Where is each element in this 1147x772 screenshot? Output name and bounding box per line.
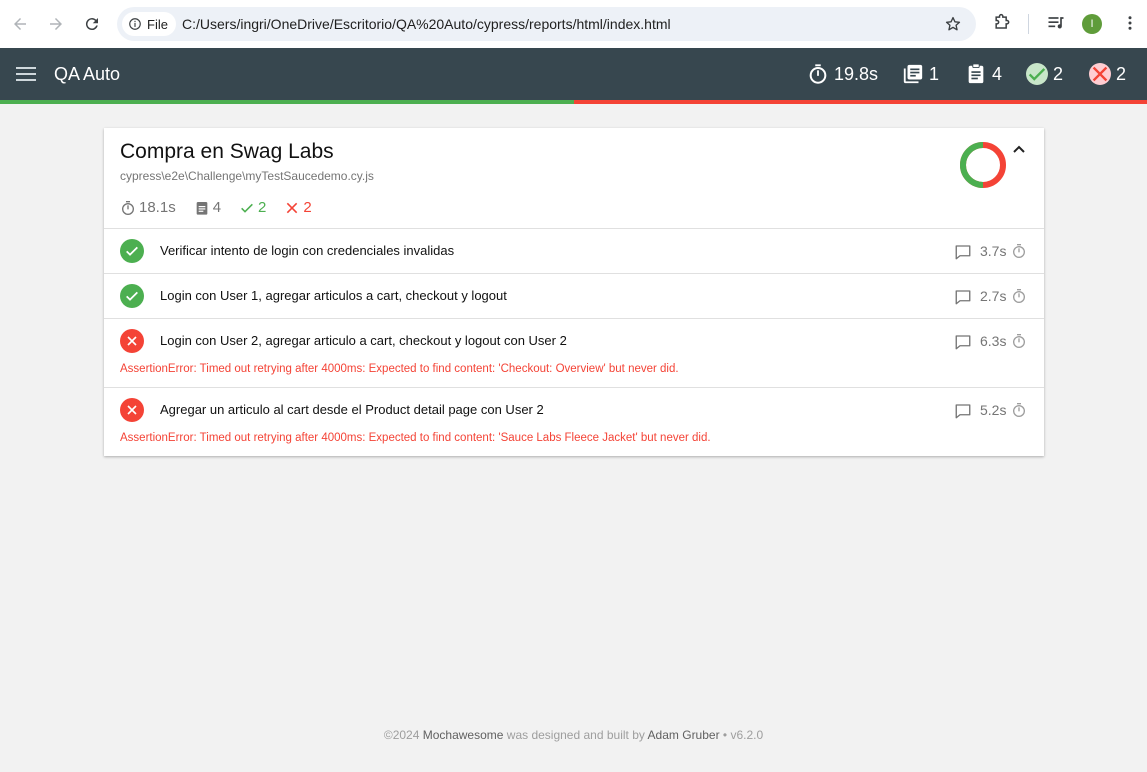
total-duration: 19.8s (834, 63, 879, 84)
test-title[interactable]: Login con User 1, agregar articulos a ca… (160, 288, 507, 303)
test-title[interactable]: Login con User 2, agregar articulo a car… (160, 333, 567, 348)
reload-icon (85, 18, 98, 31)
test-title[interactable]: Agregar un articulo al cart desde el Pro… (160, 402, 544, 417)
close-icon (1092, 66, 1108, 82)
mochawesome-link[interactable]: Mochawesome (423, 728, 504, 742)
timer-icon (122, 200, 134, 215)
more-vertical-icon (1128, 16, 1132, 30)
test-duration: 2.7s (980, 288, 1007, 304)
test-duration: 6.3s (980, 333, 1007, 349)
test-row[interactable]: Agregar un articulo al cart desde el Pro… (104, 387, 1044, 456)
arrow-right-icon (50, 18, 62, 30)
test-error-message: AssertionError: Timed out retrying after… (120, 363, 679, 375)
passed-count-stat[interactable]: 2 (1026, 62, 1063, 86)
timer-icon (1013, 289, 1025, 303)
test-error-message: AssertionError: Timed out retrying after… (120, 432, 711, 444)
media-control-button[interactable] (1045, 12, 1067, 34)
tests-count: 4 (992, 63, 1003, 84)
pass-progress (0, 100, 574, 104)
close-icon (127, 405, 137, 415)
failed-badge (1089, 63, 1111, 85)
timer-icon (1013, 403, 1025, 417)
suite-tests: 4 (212, 199, 222, 216)
tests-count-stat[interactable]: 4 (965, 62, 1002, 86)
total-duration-stat: 19.8s (807, 62, 878, 86)
clipboard-icon (196, 201, 208, 215)
check-icon (126, 246, 138, 256)
clipboard-icon (968, 63, 984, 84)
playlist-icon (1048, 17, 1064, 29)
browser-menu-button[interactable] (1119, 12, 1141, 34)
extensions-button[interactable] (991, 12, 1013, 34)
close-icon (127, 336, 137, 346)
suite-failed-stat: 2 (284, 199, 312, 216)
passed-status-badge (120, 284, 144, 308)
suite-summary: 18.1s 4 2 2 (120, 199, 312, 216)
suite-failed: 2 (303, 199, 312, 216)
info-icon (129, 18, 141, 30)
check-icon (241, 203, 253, 213)
failed-status-badge (120, 398, 144, 422)
test-title[interactable]: Verificar intento de login con credencia… (160, 243, 454, 258)
timer-icon (1013, 334, 1025, 348)
passed-count: 2 (1053, 63, 1064, 84)
suite-tests-stat: 4 (194, 199, 221, 216)
suite-duration-stat: 18.1s (120, 199, 176, 216)
address-bar[interactable]: File C:/Users/ingri/OneDrive/Escritorio/… (117, 7, 976, 41)
check-icon (126, 291, 138, 301)
footer-copyright: ©2024 (383, 728, 423, 742)
back-button[interactable] (8, 12, 32, 36)
timer-icon (809, 64, 827, 84)
test-row[interactable]: Login con User 1, agregar articulos a ca… (104, 273, 1044, 318)
profile-avatar[interactable]: I (1082, 14, 1102, 34)
url-text[interactable]: C:/Users/ingri/OneDrive/Escritorio/QA%20… (182, 16, 671, 32)
context-comment-icon[interactable] (954, 243, 972, 261)
context-comment-icon[interactable] (954, 402, 972, 420)
pass-fail-progress-bar (0, 100, 1147, 104)
collapse-chevron-icon[interactable] (1011, 142, 1027, 158)
timer-icon (1013, 244, 1025, 258)
footer-middle: was designed and built by (503, 728, 648, 742)
test-row[interactable]: Login con User 2, agregar articulo a car… (104, 318, 1044, 387)
failed-count: 2 (1116, 63, 1127, 84)
failed-count-stat[interactable]: 2 (1089, 62, 1126, 86)
puzzle-icon (995, 13, 1010, 29)
report-navbar: QA Auto 19.8s 1 4 2 2 (0, 48, 1147, 100)
toolbar-divider (1028, 14, 1029, 34)
suites-count: 1 (929, 63, 940, 84)
passed-status-badge (120, 239, 144, 263)
passed-badge (1026, 63, 1048, 85)
suite-title: Compra en Swag Labs (120, 140, 334, 163)
author-link[interactable]: Adam Gruber (648, 728, 720, 742)
suite-passed-stat: 2 (239, 199, 266, 216)
test-duration: 3.7s (980, 243, 1007, 259)
context-comment-icon[interactable] (954, 333, 972, 351)
test-duration: 5.2s (980, 402, 1007, 418)
context-comment-icon[interactable] (954, 288, 972, 306)
footer: ©2024 Mochawesome was designed and built… (0, 728, 1147, 742)
reload-button[interactable] (80, 12, 104, 36)
forward-button[interactable] (44, 12, 68, 36)
check-icon (1028, 68, 1046, 81)
bookmark-star-icon[interactable] (944, 15, 962, 33)
browser-toolbar: File C:/Users/ingri/OneDrive/Escritorio/… (0, 0, 1147, 48)
fail-progress (573, 100, 1147, 104)
arrow-left-icon (14, 18, 26, 30)
file-label: File (147, 16, 168, 32)
hamburger-menu-icon[interactable] (16, 65, 36, 83)
suite-duration: 18.1s (139, 199, 176, 216)
footer-version: • v6.2.0 (719, 728, 764, 742)
site-info-chip[interactable]: File (122, 12, 176, 36)
suite-file-path: cypress\e2e\Challenge\myTestSaucedemo.cy… (120, 169, 374, 183)
suite-passed: 2 (258, 199, 267, 216)
close-icon (287, 202, 298, 213)
report-title: QA Auto (54, 64, 121, 84)
test-row[interactable]: Verificar intento de login con credencia… (104, 228, 1044, 273)
suites-count-stat[interactable]: 1 (902, 62, 939, 86)
suite-card: Compra en Swag Labs cypress\e2e\Challeng… (104, 128, 1044, 456)
suite-pass-fail-donut (960, 142, 1006, 188)
failed-status-badge (120, 329, 144, 353)
library-books-icon (903, 64, 923, 84)
